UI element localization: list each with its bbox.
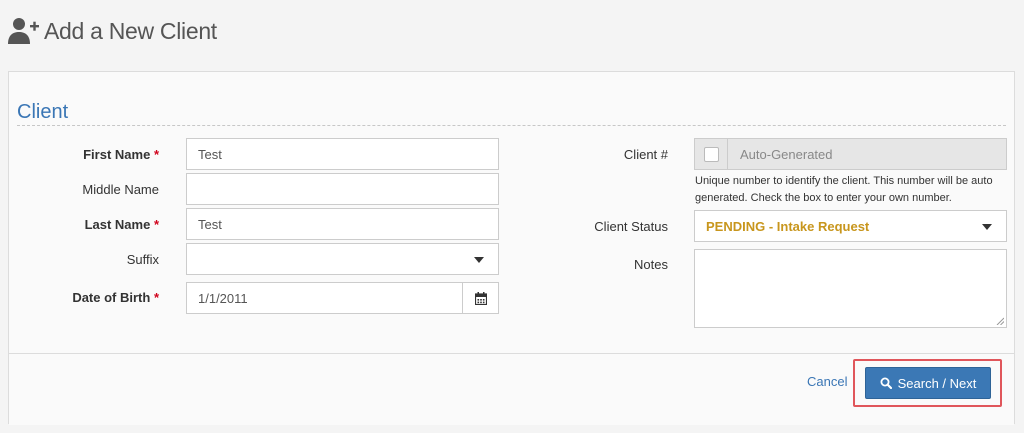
first-name-input[interactable]: Test	[186, 138, 499, 170]
page-header: Add a New Client	[8, 14, 217, 48]
last-name-value: Test	[198, 216, 222, 232]
client-number-checkbox[interactable]	[703, 146, 719, 162]
search-next-button[interactable]: Search / Next	[865, 367, 991, 399]
notes-textarea[interactable]	[694, 249, 1007, 328]
page-title: Add a New Client	[44, 17, 217, 44]
client-status-value: PENDING - Intake Request	[706, 218, 870, 234]
client-number-label: Client #	[623, 147, 668, 162]
required-marker: *	[153, 290, 159, 305]
middle-name-label: Middle Name	[82, 182, 159, 197]
dob-input[interactable]: 1/1/2011	[186, 282, 499, 314]
panel-footer: Cancel Search / Next	[9, 353, 1014, 425]
cancel-link[interactable]: Cancel	[807, 374, 847, 389]
client-number-value: Auto-Generated	[740, 146, 833, 162]
panel-body: Client First Name * Test Middle Name Las…	[9, 72, 1014, 353]
resize-grip-icon[interactable]	[996, 317, 1004, 325]
first-name-label: First Name *	[83, 147, 159, 162]
suffix-label: Suffix	[126, 252, 159, 267]
section-divider	[17, 125, 1006, 126]
last-name-input[interactable]: Test	[186, 208, 499, 240]
required-marker: *	[153, 147, 159, 162]
last-name-label-text: Last Name	[84, 217, 151, 232]
client-number-help: Unique number to identify the client. Th…	[695, 175, 993, 204]
client-status-select[interactable]: PENDING - Intake Request	[694, 210, 1007, 242]
notes-label: Notes	[634, 257, 668, 272]
user-plus-icon	[8, 18, 39, 44]
dob-value: 1/1/2011	[198, 290, 248, 306]
client-number-checkbox-wrap[interactable]	[695, 139, 728, 169]
suffix-select[interactable]	[186, 243, 499, 275]
search-next-label: Search / Next	[897, 375, 977, 391]
search-icon	[880, 377, 892, 389]
first-name-value: Test	[198, 146, 222, 162]
first-name-label-text: First Name	[83, 147, 151, 162]
client-status-label: Client Status	[594, 219, 668, 234]
chevron-down-icon	[982, 224, 992, 230]
section-title: Client	[17, 101, 69, 123]
calendar-icon	[474, 291, 487, 305]
calendar-button[interactable]	[462, 283, 498, 313]
client-number-field: Auto-Generated	[694, 138, 1007, 170]
dob-label-text: Date of Birth	[72, 290, 151, 305]
required-marker: *	[153, 217, 159, 232]
chevron-down-icon	[474, 257, 484, 263]
client-form-panel: Client First Name * Test Middle Name Las…	[8, 71, 1015, 425]
dob-label: Date of Birth *	[72, 290, 159, 305]
middle-name-input[interactable]	[186, 173, 499, 205]
last-name-label: Last Name *	[85, 217, 159, 232]
